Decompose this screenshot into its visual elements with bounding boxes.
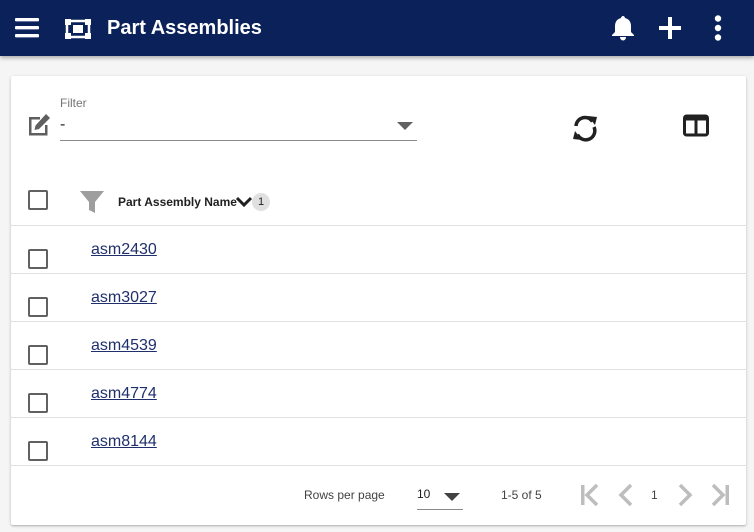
first-page-button[interactable] xyxy=(577,482,603,508)
table-row: asm8144 xyxy=(11,418,746,466)
columns-icon xyxy=(683,114,709,137)
next-page-button[interactable] xyxy=(671,482,697,508)
assembly-link[interactable]: asm2430 xyxy=(91,241,157,259)
table-header: Part Assembly Name 1 xyxy=(11,178,746,226)
plus-icon xyxy=(659,17,681,39)
page-range-text: 1-5 of 5 xyxy=(501,488,542,502)
notifications-button[interactable] xyxy=(608,13,638,43)
select-all-checkbox[interactable] xyxy=(28,190,48,210)
sort-button[interactable] xyxy=(235,194,253,210)
last-page-icon xyxy=(711,483,729,507)
more-vertical-icon xyxy=(714,15,722,41)
assembly-link[interactable]: asm4774 xyxy=(91,385,157,403)
assemblies-card: Filter - Part Assembly Name 1 asm2430 as… xyxy=(11,76,746,525)
edit-filter-button[interactable] xyxy=(26,112,52,138)
page-title: Part Assemblies xyxy=(107,17,262,39)
column-header-part-assembly-name[interactable]: Part Assembly Name xyxy=(118,195,237,209)
menu-button[interactable] xyxy=(12,14,42,42)
chevron-right-icon xyxy=(678,483,693,507)
menu-icon xyxy=(15,18,39,38)
rows-per-page-label: Rows per page xyxy=(304,488,385,502)
chevron-left-icon xyxy=(618,483,633,507)
first-page-icon xyxy=(581,483,599,507)
edit-icon xyxy=(29,114,50,136)
filter-label: Filter xyxy=(60,96,87,110)
assembly-link[interactable]: asm3027 xyxy=(91,289,157,307)
table-row: asm3027 xyxy=(11,274,746,322)
filter-value: - xyxy=(60,116,66,133)
table-row: asm4774 xyxy=(11,370,746,418)
row-checkbox[interactable] xyxy=(28,297,48,317)
row-checkbox[interactable] xyxy=(28,249,48,269)
row-checkbox[interactable] xyxy=(28,441,48,461)
columns-button[interactable] xyxy=(683,114,711,142)
table-row: asm2430 xyxy=(11,226,746,274)
rows-per-page-select[interactable]: 10 xyxy=(417,482,463,510)
more-options-button[interactable] xyxy=(703,13,733,43)
pagination-bar: Rows per page 10 1-5 of 5 1 xyxy=(11,466,746,525)
assembly-icon xyxy=(64,16,92,42)
dropdown-arrow-icon xyxy=(444,493,460,501)
refresh-button[interactable] xyxy=(569,112,601,144)
funnel-icon xyxy=(80,191,104,213)
sort-order-badge: 1 xyxy=(252,193,270,211)
rows-per-page-value: 10 xyxy=(417,487,431,501)
table-row: asm4539 xyxy=(11,322,746,370)
filter-select[interactable]: - xyxy=(60,114,417,141)
row-checkbox[interactable] xyxy=(28,393,48,413)
refresh-icon xyxy=(573,115,597,142)
add-button[interactable] xyxy=(655,13,685,43)
assembly-link[interactable]: asm4539 xyxy=(91,337,157,355)
last-page-button[interactable] xyxy=(707,482,733,508)
dropdown-arrow-icon xyxy=(397,122,413,130)
chevron-down-icon xyxy=(235,196,253,208)
row-checkbox[interactable] xyxy=(28,345,48,365)
bell-icon xyxy=(612,16,634,41)
app-bar: Part Assemblies xyxy=(0,0,754,56)
previous-page-button[interactable] xyxy=(614,482,640,508)
assemblies-table: Part Assembly Name 1 asm2430 asm3027 asm… xyxy=(11,178,746,466)
column-filter-button[interactable] xyxy=(79,189,105,215)
assembly-link[interactable]: asm8144 xyxy=(91,433,157,451)
current-page-number: 1 xyxy=(651,488,658,502)
